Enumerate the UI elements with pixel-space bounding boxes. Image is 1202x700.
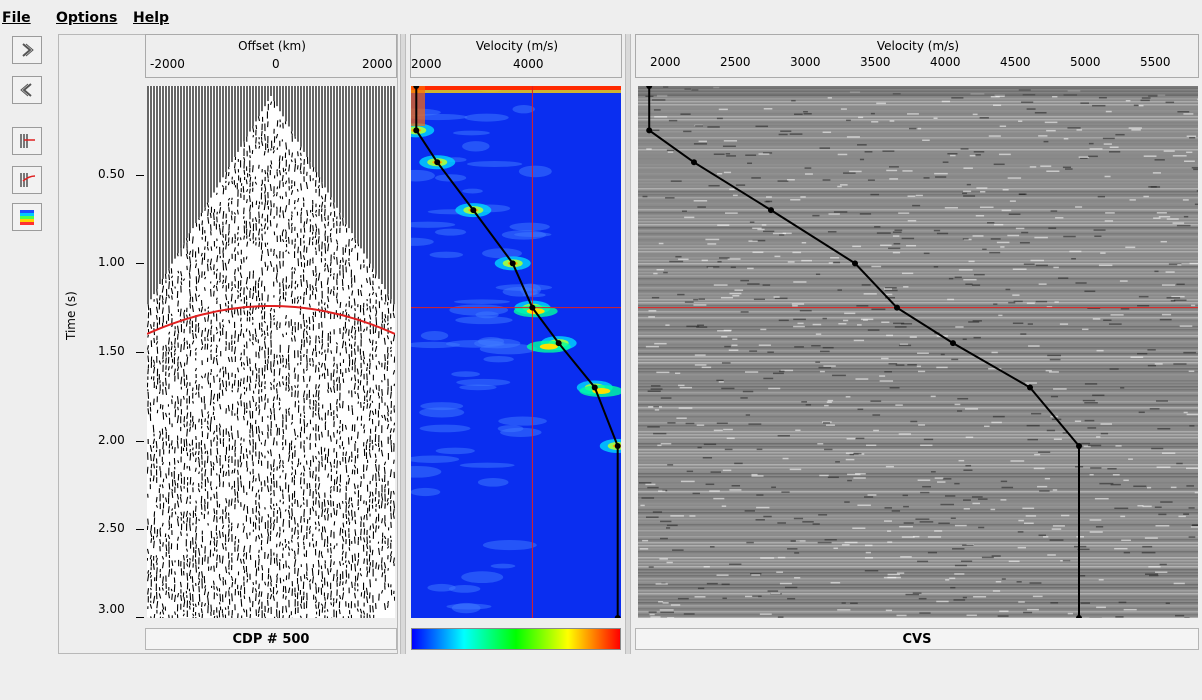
cvs-header: Velocity (m/s) 2000 2500 3000 3500 4000 4500 5… bbox=[635, 34, 1199, 78]
cvs-tick-label: 5500 bbox=[1140, 55, 1171, 69]
pick-line-button[interactable] bbox=[12, 127, 42, 155]
cvs-pick-point bbox=[852, 260, 858, 267]
splitter-right[interactable] bbox=[625, 34, 631, 654]
cvs-tick-label: 2500 bbox=[720, 55, 751, 69]
time-tick-label: 3.00 bbox=[98, 602, 125, 616]
cvs-pick-point bbox=[1027, 384, 1033, 391]
velocity-pick-point bbox=[614, 442, 621, 449]
time-tick-label: 2.50 bbox=[98, 521, 125, 536]
offset-tick: 2000 bbox=[362, 57, 393, 71]
velocity-pick-point bbox=[529, 304, 536, 311]
velocity-pick-point bbox=[509, 260, 516, 267]
cvs-pick-point bbox=[646, 127, 653, 134]
colormap-button[interactable] bbox=[12, 203, 42, 231]
cdp-footer: CDP # 500 bbox=[145, 628, 397, 650]
time-tick-label: 1.50 bbox=[98, 344, 125, 358]
time-tick-label: 1.00 bbox=[98, 255, 125, 270]
velocity-pick-point bbox=[434, 159, 441, 166]
colormap-icon bbox=[20, 210, 34, 225]
semblance-tick: 2000 bbox=[411, 57, 442, 71]
velocity-pick-point bbox=[470, 207, 477, 214]
next-button[interactable] bbox=[12, 36, 42, 64]
cvs-tick-label: 2000 bbox=[650, 55, 681, 69]
cvs-pick-point bbox=[894, 304, 900, 311]
semblance-axis-title: Velocity (m/s) bbox=[475, 39, 559, 53]
time-tick-mark bbox=[136, 617, 144, 618]
menu-file[interactable]: File bbox=[2, 10, 31, 26]
splitter-left[interactable] bbox=[400, 34, 406, 654]
cvs-tick-label: 3500 bbox=[860, 55, 891, 69]
time-tick-label: 2.00 bbox=[98, 432, 125, 447]
menu-bar: File Options Help bbox=[0, 0, 1202, 32]
seismic-gather[interactable] bbox=[147, 86, 395, 618]
cvs-pick-point bbox=[950, 340, 956, 347]
cvs-tick-label: 5000 bbox=[1070, 55, 1101, 69]
cvs-pick-point bbox=[691, 159, 697, 166]
semblance-tick: 4000 bbox=[513, 57, 544, 71]
previous-arrow-icon bbox=[20, 83, 32, 97]
cvs-axis-title: Velocity (m/s) bbox=[876, 39, 960, 53]
time-tick-mark bbox=[136, 174, 144, 176]
cvs-panel[interactable] bbox=[638, 86, 1198, 618]
velocity-pick-point bbox=[591, 384, 598, 391]
offset-tick: -2000 bbox=[150, 57, 185, 71]
menu-help[interactable]: Help bbox=[133, 10, 169, 26]
time-tick-mark bbox=[136, 263, 144, 265]
pick-mode-curve-icon bbox=[20, 173, 36, 187]
cvs-pick-point bbox=[1076, 442, 1082, 449]
time-tick-mark bbox=[136, 352, 144, 353]
pick-curve-button[interactable] bbox=[12, 166, 42, 194]
cvs-tick-label: 3000 bbox=[790, 55, 821, 69]
velocity-pick-point bbox=[413, 127, 420, 134]
semblance-panel[interactable] bbox=[411, 86, 621, 618]
cvs-pick-point bbox=[768, 207, 774, 214]
time-tick-mark bbox=[136, 529, 144, 531]
gather-header: Offset (km) -2000 0 2000 bbox=[145, 34, 397, 78]
offset-axis-title: Offset (km) bbox=[238, 39, 306, 53]
time-tick-mark bbox=[136, 440, 144, 442]
time-tick-label: 0.50 bbox=[98, 166, 125, 181]
next-arrow-icon bbox=[22, 43, 34, 57]
cvs-footer: CVS bbox=[635, 628, 1199, 650]
colorbar bbox=[411, 628, 621, 650]
cvs-tick-label: 4000 bbox=[930, 55, 961, 69]
offset-tick: 0 bbox=[272, 57, 280, 71]
cvs-tick-label: 4500 bbox=[1000, 55, 1031, 69]
pick-mode-line-icon bbox=[20, 134, 35, 148]
time-axis-label: Time (s) bbox=[64, 291, 78, 340]
velocity-pick-point bbox=[555, 340, 562, 347]
menu-options[interactable]: Options bbox=[56, 10, 117, 26]
previous-button[interactable] bbox=[12, 76, 42, 104]
semblance-header: Velocity (m/s) 2000 4000 bbox=[410, 34, 622, 78]
